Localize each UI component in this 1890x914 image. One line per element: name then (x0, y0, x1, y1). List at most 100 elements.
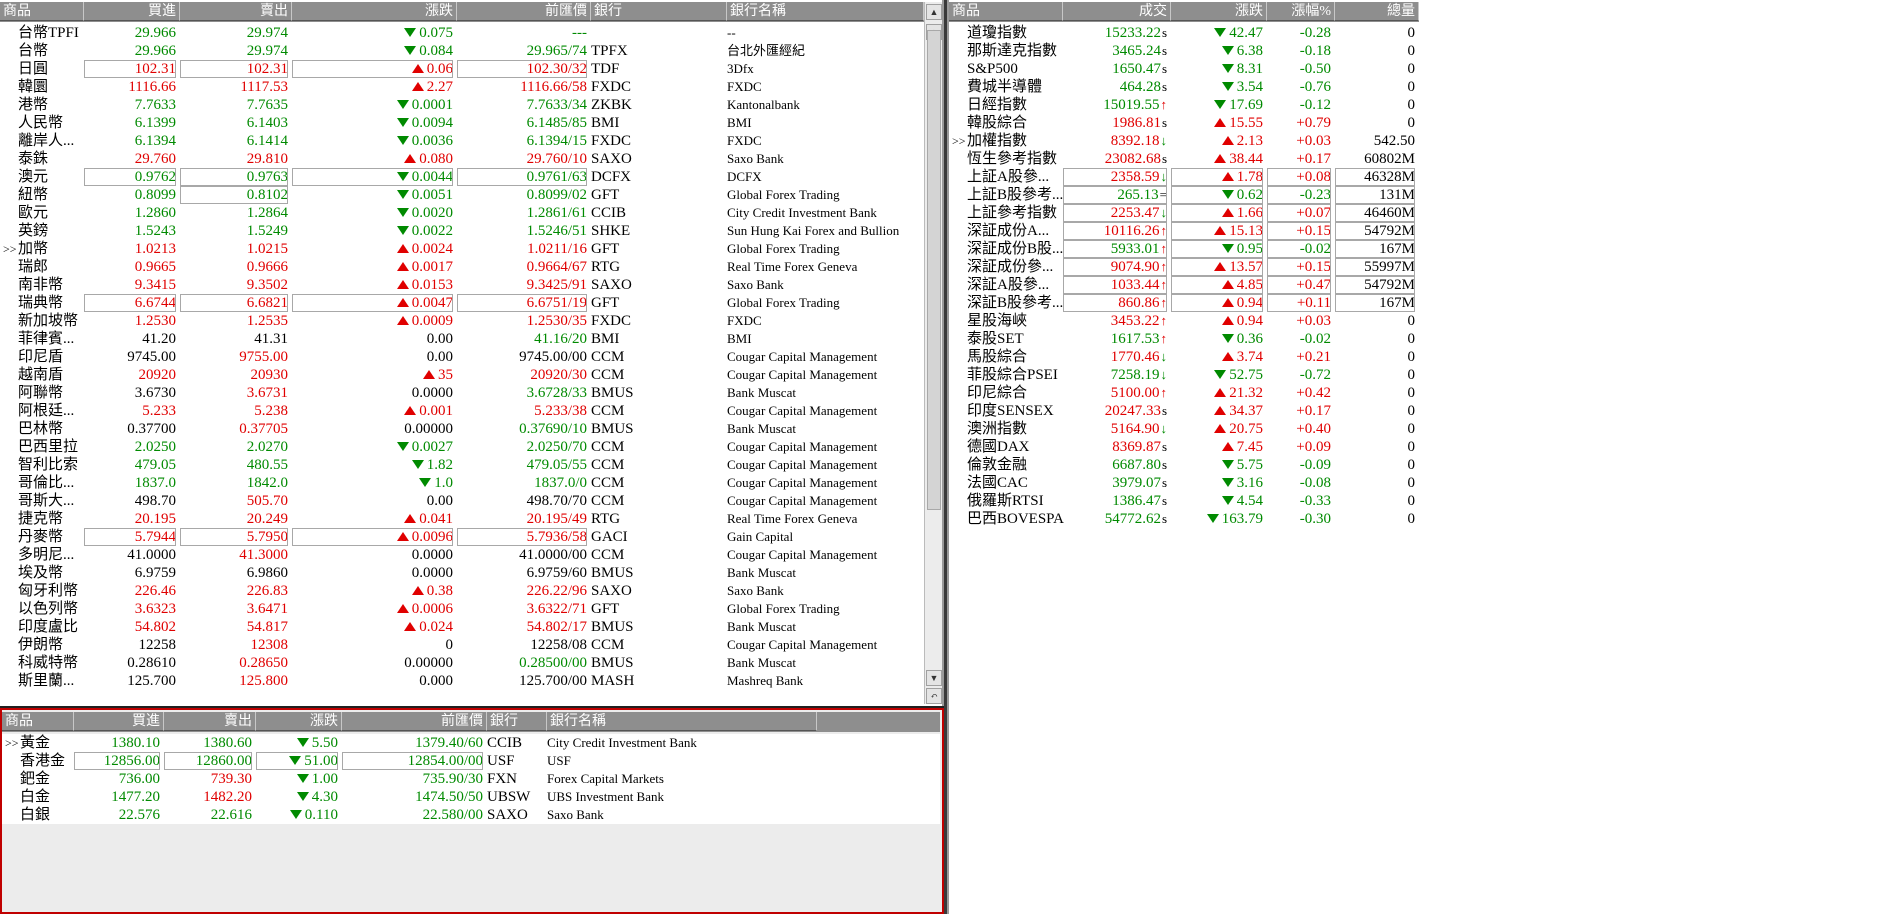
quote-row[interactable]: >> 加幣 1.0213 1.0215 0.0024 1.0211/16 GFT Global… (0, 240, 924, 258)
quote-row[interactable]: 日經指數 15019.55↑ 17.69 -0.12 0 (949, 96, 1419, 114)
quote-row[interactable]: 恆生參考指數 23082.68s 38.44 +0.17 60802M (949, 150, 1419, 168)
quote-row[interactable]: 南非幣 9.3415 9.3502 0.0153 9.3425/91 SAXO Saxo B… (0, 276, 924, 294)
quote-row[interactable]: >> 黃金 1380.10 1380.60 5.50 1379.40/60 CCIB City… (2, 734, 940, 752)
quote-row[interactable]: 深証成份B股... 5933.01↑ 0.95 -0.02 167M (949, 240, 1419, 258)
quote-row[interactable]: 瑞郎 0.9665 0.9666 0.0017 0.9664/67 RTG Real Tim… (0, 258, 924, 276)
product-name-text: 印度盧比 (18, 619, 79, 635)
quote-row[interactable]: 歐元 1.2860 1.2864 0.0020 1.2861/61 CCIB City Cr… (0, 204, 924, 222)
header-bank[interactable]: 銀行 (487, 712, 547, 731)
quote-row[interactable]: 日圓 102.31 102.31 0.06 102.30/32 TDF 3Dfx (0, 60, 924, 78)
header-bank-name[interactable]: 銀行名稱 (547, 712, 817, 731)
quote-row[interactable]: 巴西BOVESPA 54772.62s 163.79 -0.30 0 (949, 510, 1419, 528)
quote-row[interactable]: 哥斯大... 498.70 505.70 0.00 498.70/70 CCM Cougar… (0, 492, 924, 510)
quote-row[interactable]: 菲律賓... 41.20 41.31 0.00 41.16/20 BMI BMI (0, 330, 924, 348)
quote-row[interactable]: 丹麥幣 5.7944 5.7950 0.0096 5.7936/58 GACI Gain C… (0, 528, 924, 546)
quote-row[interactable]: 那斯達克指數 3465.24s 6.38 -0.18 0 (949, 42, 1419, 60)
quote-row[interactable]: >> 加權指數 8392.18↓ 2.13 +0.03 542.50 (949, 132, 1419, 150)
quote-row[interactable]: 智利比索 479.05 480.55 1.82 479.05/55 CCM Cougar C… (0, 456, 924, 474)
down-triangle-icon (396, 136, 409, 145)
quote-row[interactable]: 白銀 22.576 22.616 0.110 22.580/00 SAXO Saxo Ban… (2, 806, 940, 824)
quote-row[interactable]: 阿聯幣 3.6730 3.6731 0.0000 3.6728/33 BMUS Bank M… (0, 384, 924, 402)
quote-row[interactable]: 多明尼... 41.0000 41.3000 0.0000 41.0000/00 CCM C… (0, 546, 924, 564)
bid-price: 5.7944 (84, 528, 176, 546)
quote-row[interactable]: 科威特幣 0.28610 0.28650 0.00000 0.28500/00 BMUS B… (0, 654, 924, 672)
header-percent[interactable]: 漲幅% (1267, 2, 1335, 21)
header-volume[interactable]: 總量 (1335, 2, 1419, 21)
quote-row[interactable]: 伊朗幣 12258 12308 0 12258/08 CCM Cougar Capital … (0, 636, 924, 654)
quote-row[interactable]: 泰股SET 1617.53↑ 0.36 -0.02 0 (949, 330, 1419, 348)
quote-row[interactable]: 巴林幣 0.37700 0.37705 0.00000 0.37690/10 BMUS Ba… (0, 420, 924, 438)
quote-row[interactable]: 俄羅斯RTSI 1386.47s 4.54 -0.33 0 (949, 492, 1419, 510)
header-bid[interactable]: 買進 (84, 2, 180, 21)
header-bank[interactable]: 銀行 (591, 2, 727, 21)
quote-row[interactable]: 澳元 0.9762 0.9763 0.0044 0.9761/63 DCFX DCFX (0, 168, 924, 186)
quote-row[interactable]: 澳洲指數 5164.90↓ 20.75 +0.40 0 (949, 420, 1419, 438)
quote-row[interactable]: 紐幣 0.8099 0.8102 0.0051 0.8099/02 GFT Global F… (0, 186, 924, 204)
quote-row[interactable]: 深証成份A... 10116.26↑ 15.13 +0.15 54792M (949, 222, 1419, 240)
quote-row[interactable]: 匈牙利幣 226.46 226.83 0.38 226.22/96 SAXO Saxo Ba… (0, 582, 924, 600)
quote-row[interactable]: 白金 1477.20 1482.20 4.30 1474.50/50 UBSW UBS In… (2, 788, 940, 806)
quote-row[interactable]: 阿根廷... 5.233 5.238 0.001 5.233/38 CCM Cougar C… (0, 402, 924, 420)
quote-row[interactable]: 台幣TPFI 29.966 29.974 0.075 --- -- (0, 24, 924, 42)
quote-row[interactable]: 上証參考指數 2253.47↓ 1.66 +0.07 46460M (949, 204, 1419, 222)
quote-row[interactable]: 哥倫比... 1837.0 1842.0 1.0 1837.0/0 CCM Cougar C… (0, 474, 924, 492)
quote-row[interactable]: 韓股綜合 1986.81s 15.55 +0.79 0 (949, 114, 1419, 132)
header-change[interactable]: 漲跌 (1171, 2, 1267, 21)
quote-row[interactable]: 斯里蘭... 125.700 125.800 0.000 125.700/00 MASH M… (0, 672, 924, 690)
quote-row[interactable]: 印度SENSEX 20247.33s 34.37 +0.17 0 (949, 402, 1419, 420)
header-bank-name[interactable]: 銀行名稱 (727, 2, 924, 21)
quote-row[interactable]: 上証A股參... 2358.59↓ 1.78 +0.08 46328M (949, 168, 1419, 186)
quote-row[interactable]: 德國DAX 8369.87s 7.45 +0.09 0 (949, 438, 1419, 456)
quote-row[interactable]: 馬股綜合 1770.46↓ 3.74 +0.21 0 (949, 348, 1419, 366)
quote-row[interactable]: 法國CAC 3979.07s 3.16 -0.08 0 (949, 474, 1419, 492)
quote-row[interactable]: 離岸人... 6.1394 6.1414 0.0036 6.1394/15 FXDC FXD… (0, 132, 924, 150)
quote-row[interactable]: 印尼盾 9745.00 9755.00 0.00 9745.00/00 CCM Cougar… (0, 348, 924, 366)
quote-row[interactable]: 印尼綜合 5100.00↑ 21.32 +0.42 0 (949, 384, 1419, 402)
quote-row[interactable]: 鈀金 736.00 739.30 1.00 735.90/30 FXN Forex Capi… (2, 770, 940, 788)
header-bid[interactable]: 買進 (74, 712, 164, 731)
quote-row[interactable]: 新加坡幣 1.2530 1.2535 0.0009 1.2530/35 FXDC FXDC (0, 312, 924, 330)
fx-scrollbar[interactable]: ▲ ▲ ▼ ↶ (924, 2, 942, 704)
refresh-icon[interactable]: ↶ (926, 688, 942, 704)
quote-row[interactable]: 菲股綜合PSEI 7258.19↓ 52.75 -0.72 0 (949, 366, 1419, 384)
quote-row[interactable]: 人民幣 6.1399 6.1403 0.0094 6.1485/85 BMI BMI (0, 114, 924, 132)
up-triangle-icon (411, 586, 424, 595)
quote-row[interactable]: 港幣 7.7633 7.7635 0.0001 7.7633/34 ZKBK Kantona… (0, 96, 924, 114)
quote-row[interactable]: 巴西里拉 2.0250 2.0270 0.0027 2.0250/70 CCM Cougar… (0, 438, 924, 456)
quote-row[interactable]: 埃及幣 6.9759 6.9860 0.0000 6.9759/60 BMUS Bank M… (0, 564, 924, 582)
volume: 167M (1335, 240, 1415, 258)
quote-row[interactable]: 星股海峽 3453.22↑ 0.94 +0.03 0 (949, 312, 1419, 330)
quote-row[interactable]: 泰銖 29.760 29.810 0.080 29.760/10 SAXO Saxo Ban… (0, 150, 924, 168)
scroll-thumb[interactable] (927, 30, 941, 510)
header-product[interactable]: 商品 (0, 2, 84, 21)
header-change[interactable]: 漲跌 (292, 2, 457, 21)
header-prev[interactable]: 前匯價 (342, 712, 487, 731)
quote-row[interactable]: 深証B股參考... 860.86↑ 0.94 +0.11 167M (949, 294, 1419, 312)
header-ask[interactable]: 賣出 (180, 2, 292, 21)
header-change[interactable]: 漲跌 (256, 712, 342, 731)
quote-row[interactable]: 印度盧比 54.802 54.817 0.024 54.802/17 BMUS Bank M… (0, 618, 924, 636)
quote-row[interactable]: 道瓊指數 15233.22s 42.47 -0.28 0 (949, 24, 1419, 42)
ask-price: 1.0215 (246, 241, 288, 257)
quote-row[interactable]: 深証A股參... 1033.44↑ 4.85 +0.47 54792M (949, 276, 1419, 294)
quote-row[interactable]: S&P500 1650.47s 8.31 -0.50 0 (949, 60, 1419, 78)
quote-row[interactable]: 深証成份參... 9074.90↑ 13.57 +0.15 55997M (949, 258, 1419, 276)
quote-row[interactable]: 以色列幣 3.6323 3.6471 0.0006 3.6322/71 GFT Global… (0, 600, 924, 618)
header-last[interactable]: 成交 (1063, 2, 1171, 21)
scroll-up-button[interactable]: ▲ (926, 4, 942, 20)
quote-row[interactable]: 越南盾 20920 20930 35 20920/30 CCM Cougar Capital… (0, 366, 924, 384)
quote-row[interactable]: 倫敦金融 6687.80s 5.75 -0.09 0 (949, 456, 1419, 474)
quote-row[interactable]: 瑞典幣 6.6744 6.6821 0.0047 6.6751/19 GFT Global … (0, 294, 924, 312)
header-product[interactable]: 商品 (949, 2, 1063, 21)
header-product[interactable]: 商品 (2, 712, 74, 731)
header-ask[interactable]: 賣出 (164, 712, 256, 731)
scroll-down-icon[interactable]: ▼ (926, 670, 942, 686)
header-prev[interactable]: 前匯價 (457, 2, 591, 21)
quote-row[interactable]: 英鎊 1.5243 1.5249 0.0022 1.5246/51 SHKE Sun Hun… (0, 222, 924, 240)
quote-row[interactable]: 費城半導體 464.28s 3.54 -0.76 0 (949, 78, 1419, 96)
quote-row[interactable]: 捷克幣 20.195 20.249 0.041 20.195/49 RTG Real Tim… (0, 510, 924, 528)
quote-row[interactable]: 台幣 29.966 29.974 0.084 29.965/74 TPFX 台北外匯經紀 (0, 42, 924, 60)
quote-row[interactable]: 韓圜 1116.66 1117.53 2.27 1116.66/58 FXDC FXDC (0, 78, 924, 96)
quote-row[interactable]: 香港金 12856.00 12860.00 51.00 12854.00/00 USF US… (2, 752, 940, 770)
quote-row[interactable]: 上証B股參考... 265.13= 0.62 -0.23 131M (949, 186, 1419, 204)
